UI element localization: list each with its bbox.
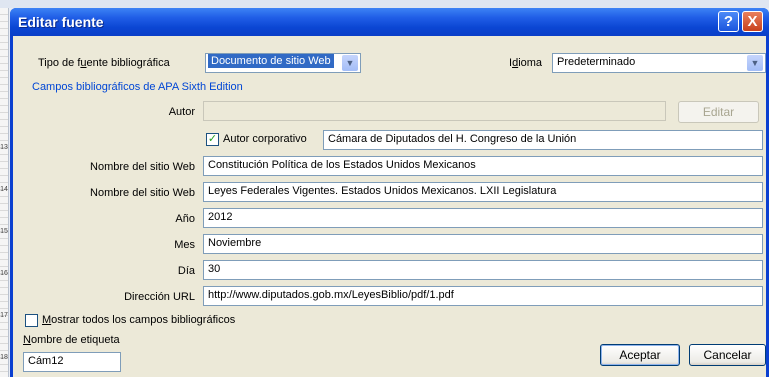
ruler-number: 16 [0,270,8,277]
tag-name-label: Nombre de etiqueta [23,334,120,346]
dialog-body: Tipo de fuente bibliográfica Documento d… [13,36,766,377]
year-field[interactable]: 2012 [203,208,763,228]
author-field[interactable] [203,101,666,121]
edit-source-dialog: Editar fuente ? X Tipo de fuente bibliog… [10,8,769,377]
language-label: Idioma [509,57,543,69]
chevron-down-icon[interactable]: ▼ [342,55,358,71]
word-ribbon-background [0,0,769,8]
website-name-label: Nombre del sitio Web [90,187,195,199]
day-label: Día [177,265,195,277]
ruler-number: 17 [0,312,8,319]
source-type-select[interactable]: Documento de sitio Web ▼ [205,53,361,73]
dialog-title: Editar fuente [18,14,104,30]
corporate-author-label: Autor corporativo [223,133,307,145]
dialog-titlebar[interactable]: Editar fuente ? X [10,8,769,36]
show-all-fields-label: Mostrar todos los campos bibliográficos [42,314,236,326]
url-field[interactable]: http://www.diputados.gob.mx/LeyesBiblio/… [203,286,763,306]
source-type-value: Documento de sitio Web [208,54,334,68]
corporate-author-checkbox[interactable]: ✓ [206,133,219,146]
year-label: Año [175,213,195,225]
edit-author-button[interactable]: Editar [678,101,759,123]
day-field[interactable]: 30 [203,260,763,280]
accept-button[interactable]: Aceptar [600,344,680,366]
chevron-down-icon[interactable]: ▼ [747,55,763,71]
language-value: Predeterminado [557,56,636,68]
close-button[interactable]: X [742,11,763,32]
vertical-ruler: 13 14 15 16 17 18 [0,8,9,377]
ruler-number: 18 [0,354,8,361]
cancel-button[interactable]: Cancelar [689,344,766,366]
ruler-number: 15 [0,228,8,235]
ruler-number: 14 [0,186,8,193]
website-name-field[interactable]: Constitución Política de los Estados Uni… [203,156,763,176]
help-button[interactable]: ? [718,11,739,32]
month-label: Mes [174,239,195,251]
ruler-number: 13 [0,144,8,151]
corporate-author-field[interactable]: Cámara de Diputados del H. Congreso de l… [323,130,763,150]
url-label: Dirección URL [124,291,195,303]
show-all-fields-checkbox[interactable] [25,314,38,327]
language-select[interactable]: Predeterminado ▼ [552,53,766,73]
author-label: Autor [168,106,195,118]
month-field[interactable]: Noviembre [203,234,763,254]
section-header: Campos bibliográficos de APA Sixth Editi… [32,81,243,93]
source-type-label: Tipo de fuente bibliográfica [38,57,170,69]
tag-name-field[interactable]: Cám12 [23,352,121,372]
website-name-label: Nombre del sitio Web [90,161,195,173]
website-name-field[interactable]: Leyes Federales Vigentes. Estados Unidos… [203,182,763,202]
